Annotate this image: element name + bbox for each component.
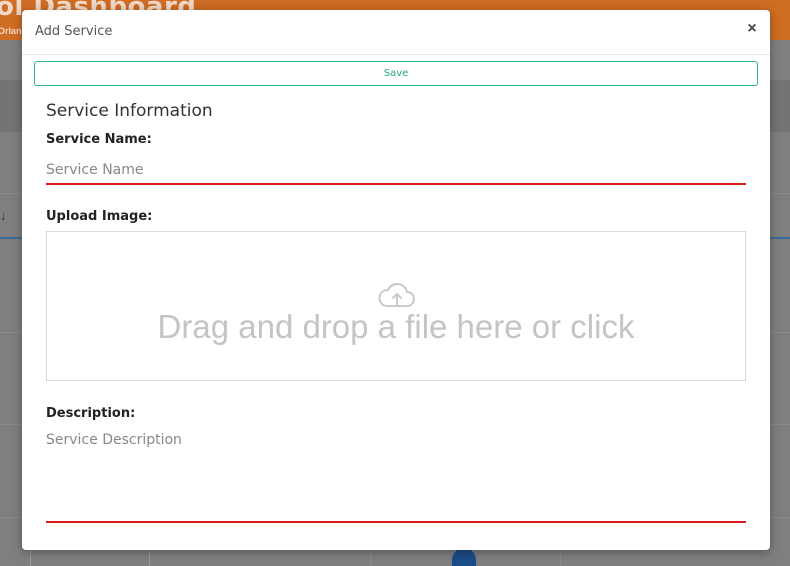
description-label: Description: [46,406,136,421]
save-button[interactable]: Save [34,61,758,86]
close-button[interactable]: × [744,20,760,38]
modal-header: Add Service × [22,10,770,55]
background-input [30,548,150,566]
cloud-upload-icon [378,283,415,307]
background-avatar [452,548,476,566]
background-active-underline [770,237,790,239]
section-title: Service Information [46,101,213,121]
background-sort-icon: ↓ [0,208,7,223]
upload-image-label: Upload Image: [46,209,153,224]
modal-title: Add Service [35,24,113,39]
background-active-underline [0,237,22,239]
service-name-input[interactable] [46,157,746,185]
image-dropzone[interactable]: Drag and drop a file here or click [46,231,746,381]
background-divider [560,550,561,566]
description-textarea[interactable] [46,432,746,523]
service-name-label: Service Name: [46,132,152,147]
background-divider [370,550,371,566]
dropzone-text: Drag and drop a file here or click [157,308,635,345]
add-service-modal: Add Service × Save Service Information S… [22,10,770,550]
